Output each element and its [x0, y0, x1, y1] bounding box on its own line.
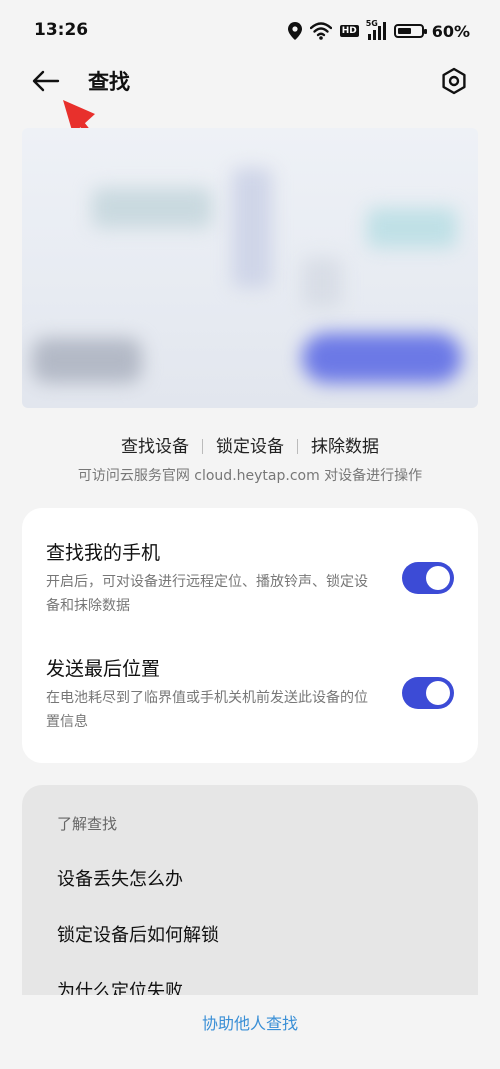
hd-badge: HD — [339, 25, 359, 37]
toggle-knob — [426, 681, 450, 705]
hexagon-gear-icon — [442, 67, 466, 95]
lock-device-link[interactable]: 锁定设备 — [216, 437, 284, 457]
send-last-location-toggle[interactable] — [402, 677, 454, 709]
setting-row-find-my-phone: 查找我的手机 开启后，可对设备进行远程定位、播放铃声、锁定设备和抹除数据 — [22, 508, 478, 633]
setting-title: 查找我的手机 — [46, 542, 161, 564]
status-icons: HD 5G 60% — [287, 18, 470, 44]
cellular-signal-icon: 5G — [365, 19, 386, 40]
app-header: 查找 — [0, 55, 500, 105]
divider — [202, 439, 203, 454]
status-bar: 13:26 HD 5G 60% — [0, 0, 500, 60]
arrow-left-icon — [32, 70, 60, 92]
settings-button[interactable] — [436, 63, 472, 99]
location-icon — [287, 22, 302, 40]
device-banner-image — [22, 128, 478, 408]
help-others-find-link[interactable]: 协助他人查找 — [0, 1010, 500, 1034]
toggle-knob — [426, 566, 450, 590]
battery-fill — [397, 28, 411, 34]
signal-label: 5G — [365, 19, 378, 28]
setting-description: 开启后，可对设备进行远程定位、播放铃声、锁定设备和抹除数据 — [46, 574, 368, 614]
faq-item[interactable]: 设备丢失怎么办 — [57, 865, 183, 891]
erase-data-link[interactable]: 抹除数据 — [311, 437, 379, 457]
page-title: 查找 — [88, 70, 130, 94]
device-actions: 查找设备 锁定设备 抹除数据 — [0, 432, 500, 457]
battery-percent: 60% — [431, 21, 470, 41]
find-my-phone-toggle[interactable] — [402, 562, 454, 594]
settings-card: 查找我的手机 开启后，可对设备进行远程定位、播放铃声、锁定设备和抹除数据 发送最… — [22, 508, 478, 763]
faq-section: 了解查找 设备丢失怎么办 锁定设备后如何解锁 为什么定位失败 — [22, 785, 478, 995]
find-device-link[interactable]: 查找设备 — [121, 437, 189, 457]
faq-item[interactable]: 锁定设备后如何解锁 — [57, 921, 219, 947]
cloud-service-note: 可访问云服务官网 cloud.heytap.com 对设备进行操作 — [77, 468, 423, 484]
back-button[interactable] — [28, 63, 64, 99]
setting-title: 发送最后位置 — [46, 658, 161, 680]
divider — [297, 439, 298, 454]
battery-icon — [393, 24, 427, 38]
setting-description: 在电池耗尽到了临界值或手机关机前发送此设备的位置信息 — [46, 690, 368, 730]
faq-heading: 了解查找 — [57, 815, 118, 833]
wifi-icon — [309, 22, 332, 40]
faq-item[interactable]: 为什么定位失败 — [57, 977, 183, 995]
setting-row-send-last-location: 发送最后位置 在电池耗尽到了临界值或手机关机前发送此设备的位置信息 — [22, 633, 478, 763]
status-time: 13:26 — [34, 20, 89, 40]
